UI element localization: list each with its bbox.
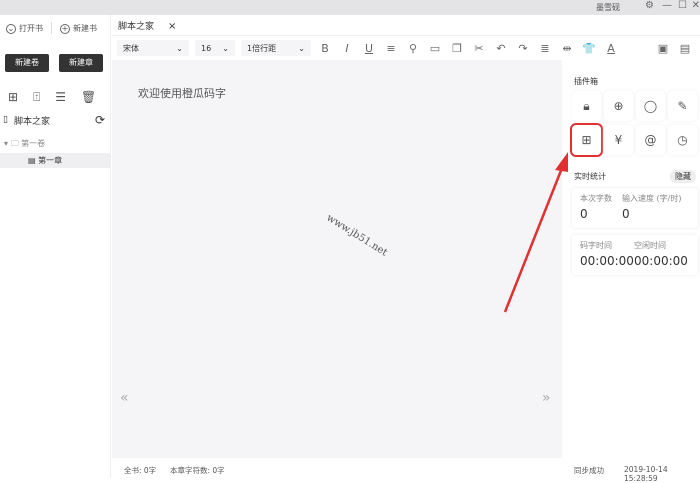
chapter-chars: 本章字符数: 0字 [170, 466, 225, 475]
datetime: 2019-10-14 15:28:59 [624, 465, 668, 483]
status-bar: 全书: 0字 本章字符数: 0字 同步成功 2019-10-14 15:28:5… [112, 458, 700, 483]
total-words: 全书: 0字 [124, 466, 157, 475]
annotation-arrow [503, 152, 568, 313]
sync-status: 同步成功 [574, 466, 604, 475]
